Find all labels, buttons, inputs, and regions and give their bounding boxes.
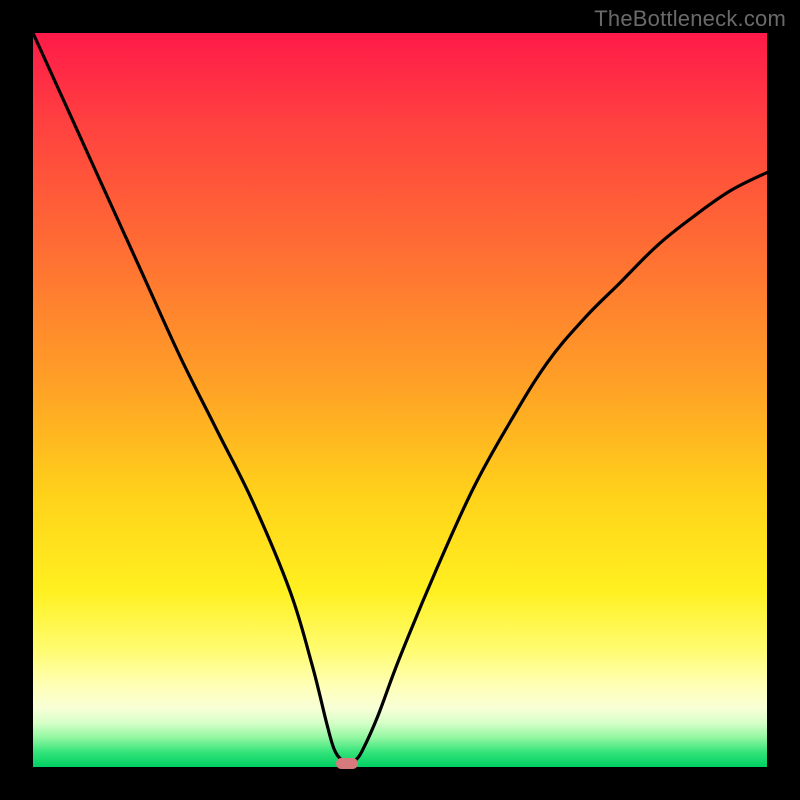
- minimum-marker: [336, 758, 358, 769]
- bottleneck-curve: [33, 33, 767, 767]
- watermark-text: TheBottleneck.com: [594, 6, 786, 32]
- chart-frame: TheBottleneck.com: [0, 0, 800, 800]
- plot-area: [33, 33, 767, 767]
